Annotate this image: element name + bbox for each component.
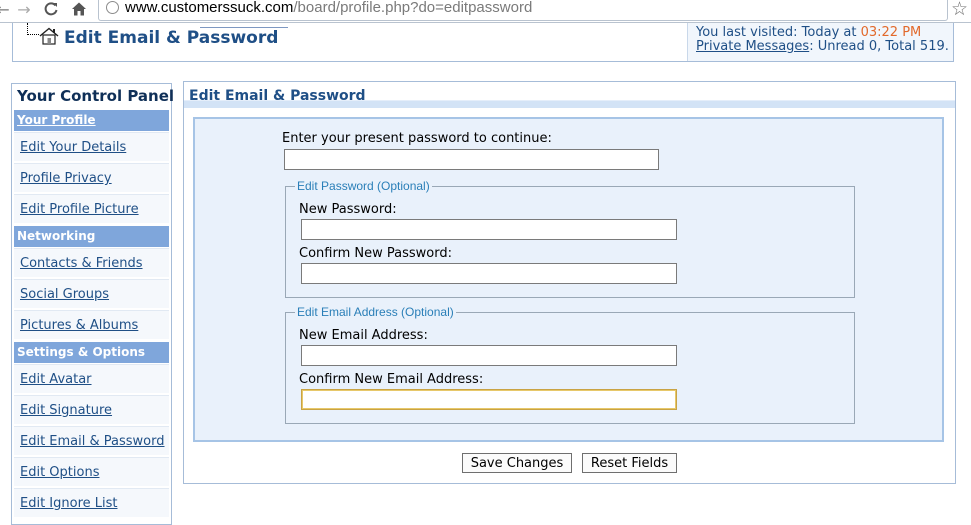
back-arrow-icon[interactable]: ← [0,1,12,19]
sidebar-section-your-profile[interactable]: Your Profile [14,110,169,131]
edit-form: Enter your present password to continue:… [193,117,944,442]
sidebar-item-label: Social Groups [20,287,110,302]
sidebar-item-label: Edit Avatar [20,372,92,387]
present-password-field[interactable] [284,149,659,170]
sidebar-item-label: Contacts & Friends [20,256,143,271]
last-visited-label: You last visited: Today at [696,25,861,40]
new-email-field[interactable] [301,345,677,366]
new-email-label: New Email Address: [299,328,428,343]
private-messages-count: : Unread 0, Total 519. [809,39,949,54]
private-messages-info: Private Messages: Unread 0, Total 519. [696,39,949,54]
forward-arrow-icon[interactable]: → [15,1,33,19]
sidebar-section-settings-options: Settings & Options [14,342,169,363]
last-visited: You last visited: Today at 03:22 PM [696,25,921,40]
last-visited-time: 03:22 PM [860,25,922,40]
sidebar-item-edit-profile-picture[interactable]: Edit Profile Picture [14,194,169,223]
sidebar-item-edit-avatar[interactable]: Edit Avatar [14,364,169,393]
visit-info: You last visited: Today at 03:22 PM Priv… [687,23,953,61]
panel-header: Edit Email & Password [184,82,955,108]
new-password-label: New Password: [299,202,397,217]
save-changes-button[interactable]: Save Changes [462,453,572,473]
edit-email-legend: Edit Email Address (Optional) [295,305,456,319]
reset-fields-button[interactable]: Reset Fields [582,453,677,473]
sidebar-item-label: Edit Email & Password [20,434,165,449]
url-path: /board/profile.php?do=editpassword [293,0,533,16]
url-text: www.customerssuck.com/board/profile.php?… [125,0,532,19]
edit-password-group: Edit Password (Optional) New Password: C… [285,179,855,298]
sidebar-item-edit-your-details[interactable]: Edit Your Details [14,132,169,161]
page-icon [106,1,119,14]
control-panel-title: Your Control Panel [17,87,175,105]
sidebar-item-edit-email-password[interactable]: Edit Email & Password [14,426,169,455]
house-icon [39,27,59,45]
sidebar-item-label: Profile Privacy [20,171,112,186]
sidebar-item-label: Edit Your Details [20,140,127,155]
present-password-label: Enter your present password to continue: [282,131,552,146]
sidebar-item-label: Edit Options [20,465,100,480]
page-title: Edit Email & Password [64,28,279,48]
breadcrumb: Edit Email & Password You last visited: … [12,23,954,62]
confirm-password-label: Confirm New Password: [299,246,452,261]
sidebar-item-label: Edit Ignore List [20,496,118,511]
private-messages-link[interactable]: Private Messages [696,39,809,54]
sidebar-item-social-groups[interactable]: Social Groups [14,279,169,308]
sidebar-item-edit-options[interactable]: Edit Options [14,457,169,486]
sidebar-item-pictures-albums[interactable]: Pictures & Albums [14,310,169,339]
confirm-password-field[interactable] [301,263,677,284]
sidebar-item-edit-ignore-list[interactable]: Edit Ignore List [14,488,169,517]
sidebar-item-label: Pictures & Albums [20,318,139,333]
panel-title: Edit Email & Password [189,88,366,104]
sidebar-item-label: Edit Signature [20,403,113,418]
browser-toolbar: ← → www.customerssuck.com/board/profile.… [0,0,971,23]
confirm-email-field[interactable] [301,389,677,410]
tree-line [27,34,39,35]
bookmark-star-icon[interactable]: ☆ [951,0,968,20]
edit-password-legend: Edit Password (Optional) [295,179,432,193]
home-icon[interactable] [70,1,88,19]
control-panel-sidebar: Your Control Panel Your Profile Edit You… [11,83,175,525]
address-bar[interactable]: www.customerssuck.com/board/profile.php?… [98,0,948,21]
new-password-field[interactable] [301,219,677,240]
edit-email-password-panel: Edit Email & Password Enter your present… [183,81,956,484]
sidebar-item-label: Edit Profile Picture [20,202,139,217]
url-domain: www.customerssuck.com [125,0,294,16]
sidebar-section-networking: Networking [14,226,169,247]
sidebar-item-edit-signature[interactable]: Edit Signature [14,395,169,424]
edit-email-group: Edit Email Address (Optional) New Email … [285,305,855,424]
confirm-email-label: Confirm New Email Address: [299,372,484,387]
sidebar-item-profile-privacy[interactable]: Profile Privacy [14,163,169,192]
reload-icon[interactable] [42,1,60,19]
sidebar-item-contacts-friends[interactable]: Contacts & Friends [14,248,169,277]
